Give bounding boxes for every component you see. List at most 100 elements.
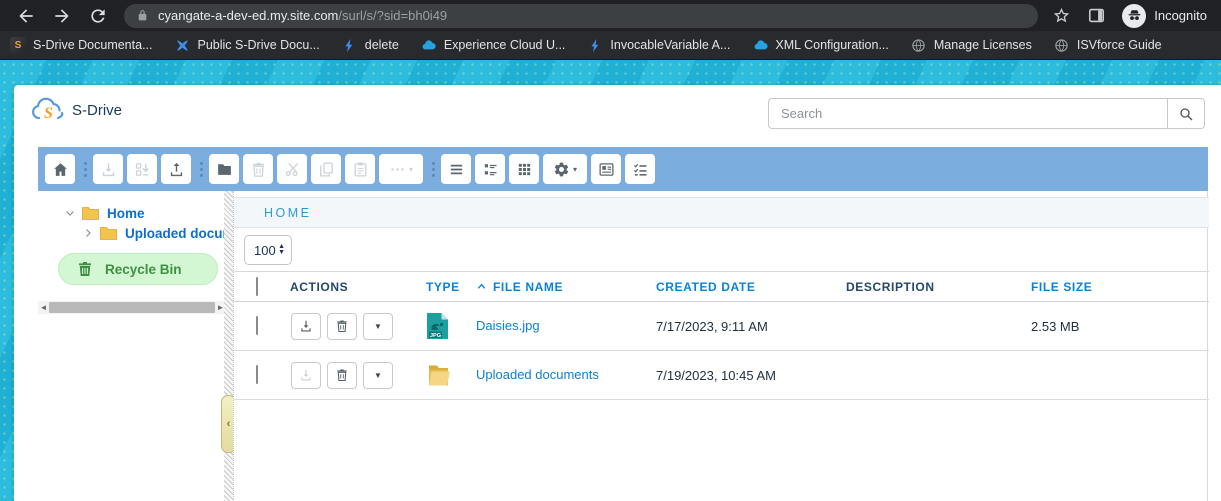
settings-button[interactable]: ▾ xyxy=(543,154,587,184)
bookmark-item[interactable]: XML Configuration... xyxy=(752,37,888,53)
sort-ascending-icon xyxy=(476,281,487,292)
download-button xyxy=(291,362,321,389)
row-menu-button[interactable]: ▼ xyxy=(363,313,393,340)
incognito-label: Incognito xyxy=(1154,8,1207,23)
upload-button[interactable] xyxy=(161,154,191,184)
side-panel-icon[interactable] xyxy=(1087,6,1106,25)
row-checkbox[interactable] xyxy=(256,316,258,335)
app-title: S-Drive xyxy=(72,102,122,119)
lock-icon xyxy=(136,9,149,22)
search-input[interactable] xyxy=(769,99,1167,128)
more-button: ▾ xyxy=(379,154,423,184)
created-date-cell: 7/17/2023, 9:11 AM xyxy=(656,319,846,334)
table-row: ▼ Uploaded documents 7/19/2023, 10:45 AM xyxy=(234,351,1209,400)
bookmarks-bar: SS-Drive Documenta... Public S-Drive Docu… xyxy=(0,31,1221,60)
download-button[interactable] xyxy=(291,313,321,340)
globe-icon xyxy=(1054,37,1070,53)
row-checkbox[interactable] xyxy=(256,365,258,384)
tree-item-home[interactable]: Home xyxy=(64,203,145,223)
tree-horizontal-scrollbar[interactable]: ◄ ► xyxy=(38,301,226,314)
list-view-button[interactable] xyxy=(441,154,471,184)
tree-item-label[interactable]: Home xyxy=(107,206,145,221)
column-header-file-name[interactable]: FILE NAME xyxy=(476,280,656,294)
copy-button xyxy=(311,154,341,184)
chevron-right-icon[interactable] xyxy=(82,226,96,240)
url-bar[interactable]: cyangate-a-dev-ed.my.site.com/surl/s/?si… xyxy=(124,4,1038,28)
tree-item-uploaded-documents[interactable]: Uploaded documents xyxy=(82,223,224,243)
delete-icon xyxy=(250,161,267,178)
bookmark-star-icon[interactable] xyxy=(1052,6,1071,25)
column-header-description: DESCRIPTION xyxy=(846,280,1031,294)
column-header-created-date[interactable]: CREATED DATE xyxy=(656,280,846,294)
bookmark-item[interactable]: ISVforce Guide xyxy=(1054,37,1162,53)
caret-down-icon: ▾ xyxy=(573,165,577,174)
bookmark-item[interactable]: Public S-Drive Docu... xyxy=(174,37,319,53)
bookmark-label: delete xyxy=(365,38,399,52)
tree-item-label[interactable]: Uploaded documents xyxy=(125,226,224,241)
forward-icon[interactable] xyxy=(52,6,72,26)
chevron-down-icon[interactable] xyxy=(64,206,78,220)
bookmark-label: ISVforce Guide xyxy=(1077,38,1162,52)
recycle-bin-label: Recycle Bin xyxy=(105,262,182,277)
list-view-icon xyxy=(448,161,465,178)
bookmark-item[interactable]: Experience Cloud U... xyxy=(421,37,566,53)
more-icon xyxy=(389,161,406,178)
folder-tree-panel: Home Uploaded documents Recycle Bin ◄ ► xyxy=(38,191,224,501)
search-button[interactable] xyxy=(1167,99,1204,128)
detail-view-button[interactable] xyxy=(475,154,505,184)
screen: cyangate-a-dev-ed.my.site.com/surl/s/?si… xyxy=(0,0,1221,501)
back-icon[interactable] xyxy=(16,6,36,26)
upload-icon xyxy=(168,161,185,178)
new-folder-button[interactable] xyxy=(209,154,239,184)
toolbar: ▾▾ xyxy=(38,147,1208,191)
scrollbar-thumb[interactable] xyxy=(49,302,215,313)
reload-icon[interactable] xyxy=(88,6,108,26)
home-button[interactable] xyxy=(45,154,75,184)
column-header-actions: ACTIONS xyxy=(290,280,426,294)
multiselect-button[interactable] xyxy=(625,154,655,184)
column-header-file-size[interactable]: FILE SIZE xyxy=(1031,280,1209,294)
recycle-bin-button[interactable]: Recycle Bin xyxy=(58,253,218,285)
select-all-checkbox[interactable] xyxy=(256,277,258,296)
column-header-type[interactable]: TYPE xyxy=(426,280,476,294)
delete-button[interactable] xyxy=(327,313,357,340)
folder-name-link[interactable]: Uploaded documents xyxy=(476,367,599,382)
x-mark-icon xyxy=(174,37,190,53)
svg-text:S: S xyxy=(44,105,53,122)
sdrive-card: S S-Drive ▾▾ Home Uploaded documents Rec… xyxy=(14,85,1221,501)
home-icon xyxy=(52,161,69,178)
jpg-file-icon: JPG xyxy=(426,312,476,340)
topbar-right: Incognito xyxy=(1052,4,1221,28)
bookmark-item[interactable]: delete xyxy=(342,37,399,53)
row-menu-button[interactable]: ▼ xyxy=(363,362,393,389)
stepper-down-icon[interactable]: ▼ xyxy=(278,250,285,256)
cloud-icon xyxy=(421,37,437,53)
panel-splitter[interactable] xyxy=(224,191,233,501)
bookmark-label: S-Drive Documenta... xyxy=(33,38,152,52)
toolbar-separator xyxy=(427,154,439,184)
download-multiple-button xyxy=(127,154,157,184)
breadcrumb[interactable]: HOME xyxy=(264,206,312,220)
svg-text:JPG: JPG xyxy=(430,333,441,339)
url-path: /surl/s/?sid=bh0i49 xyxy=(338,8,447,23)
detail-view-icon xyxy=(482,161,499,178)
delete-button[interactable] xyxy=(327,362,357,389)
breadcrumb-bar: HOME xyxy=(234,197,1209,228)
trash-icon xyxy=(77,261,93,277)
multiselect-icon xyxy=(632,161,649,178)
grid-view-button[interactable] xyxy=(509,154,539,184)
scroll-left-icon[interactable]: ◄ xyxy=(38,301,49,314)
bookmark-item[interactable]: Manage Licenses xyxy=(911,37,1032,53)
folder-icon xyxy=(426,363,476,388)
content-view-button[interactable] xyxy=(591,154,621,184)
folder-icon xyxy=(100,226,117,240)
copy-icon xyxy=(318,161,335,178)
bookmark-label: Public S-Drive Docu... xyxy=(197,38,319,52)
bookmark-label: XML Configuration... xyxy=(775,38,888,52)
toolbar-separator xyxy=(79,154,91,184)
bookmark-item[interactable]: InvocableVariable A... xyxy=(587,37,730,53)
sdrive-logo-icon: S xyxy=(30,97,68,123)
bookmark-item[interactable]: SS-Drive Documenta... xyxy=(10,37,152,53)
page-size-stepper[interactable]: 100 ▲ ▼ xyxy=(244,235,292,265)
file-name-link[interactable]: Daisies.jpg xyxy=(476,318,540,333)
